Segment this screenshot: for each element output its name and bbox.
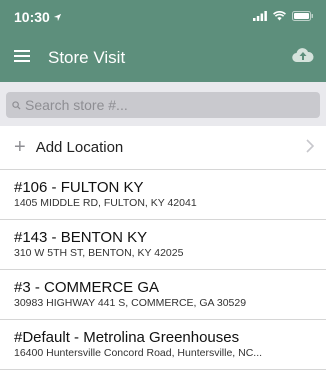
search-input[interactable]: Search store #... [6,92,320,118]
search-icon [12,100,21,110]
store-list: + Add Location #106 - FULTON KY 1405 MID… [0,126,326,370]
list-item[interactable]: #106 - FULTON KY 1405 MIDDLE RD, FULTON,… [0,170,326,220]
list-item[interactable]: #143 - BENTON KY 310 W 5TH ST, BENTON, K… [0,220,326,270]
cloud-upload-icon[interactable] [292,47,314,68]
wifi-icon [273,8,286,26]
store-name: #Default - Metrolina Greenhouses [14,329,240,346]
add-location-label: Add Location [35,139,124,156]
chevron-right-icon [306,139,315,158]
list-item[interactable]: #Default - Metrolina Greenhouses 16400 H… [0,320,326,370]
add-location-row[interactable]: + Add Location [0,126,326,170]
store-name: #106 - FULTON KY [14,179,144,196]
location-arrow-icon [53,9,62,25]
status-bar: 10:30 [0,0,326,34]
store-address: 310 W 5TH ST, BENTON, KY 42025 [14,247,184,259]
hamburger-menu-icon[interactable] [14,49,30,67]
battery-icon [292,8,314,26]
signal-bars-icon [253,8,267,26]
app-header: Store Visit [0,34,326,82]
list-item[interactable]: #3 - COMMERCE GA 30983 HIGHWAY 441 S, CO… [0,270,326,320]
store-name: #3 - COMMERCE GA [14,279,160,296]
store-address: 30983 HIGHWAY 441 S, COMMERCE, GA 30529 [14,297,247,309]
status-time: 10:30 [14,9,50,25]
plus-icon: + [14,136,26,158]
store-address: 1405 MIDDLE RD, FULTON, KY 42041 [14,197,197,209]
store-name: #143 - BENTON KY [14,229,148,246]
search-placeholder: Search store #... [25,97,128,113]
page-title: Store Visit [48,48,126,67]
status-indicators [253,8,314,26]
status-time-group: 10:30 [14,9,62,25]
store-address: 16400 Huntersville Concord Road, Hunters… [14,347,263,359]
search-bar: Search store #... [0,82,326,126]
